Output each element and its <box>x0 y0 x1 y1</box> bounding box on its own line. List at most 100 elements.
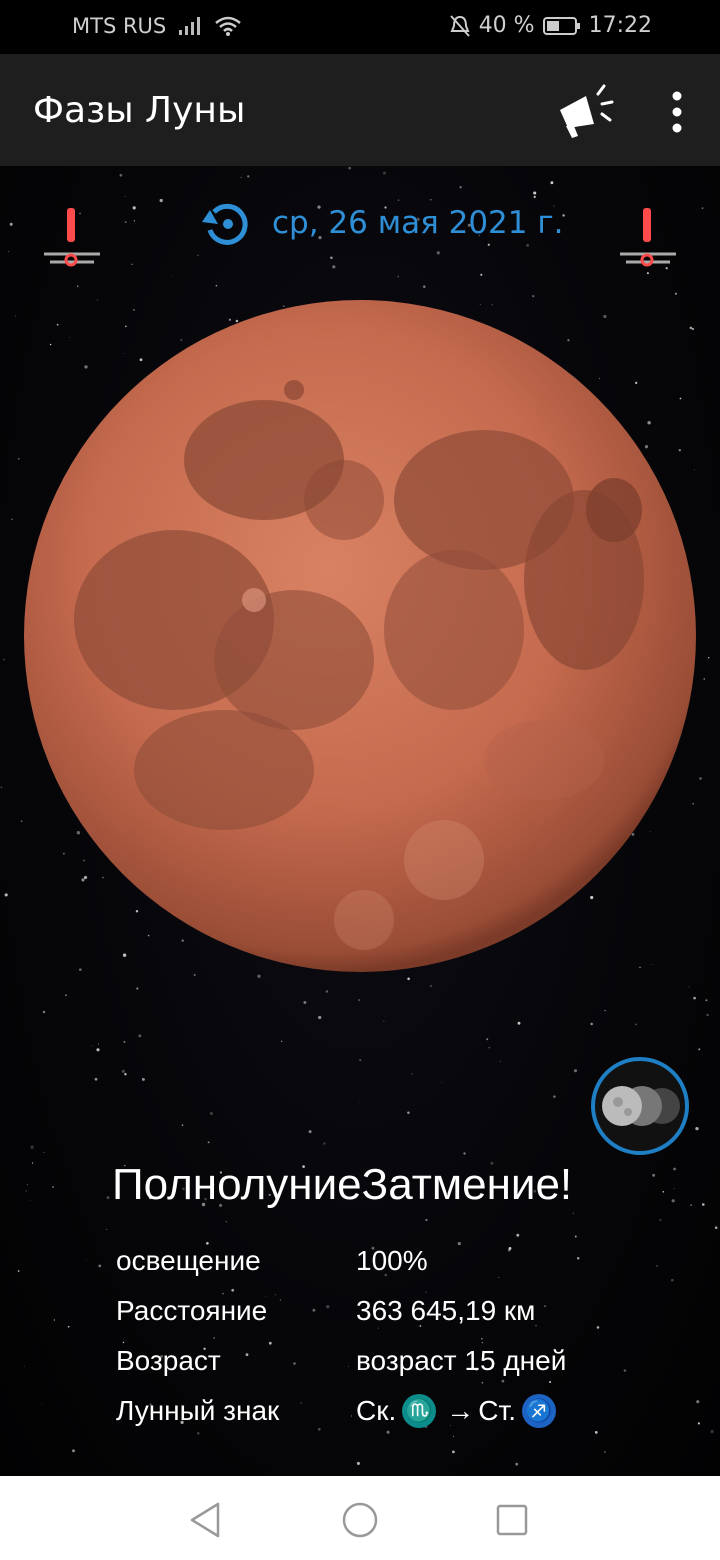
star <box>141 1077 145 1081</box>
star <box>604 1451 606 1453</box>
age-row: Возраст возраст 15 дней <box>116 1336 566 1386</box>
star <box>693 996 696 1000</box>
star <box>708 657 710 659</box>
star <box>77 285 79 287</box>
battery-label: 40 % <box>478 13 535 38</box>
back-icon[interactable] <box>186 1500 226 1540</box>
star <box>96 1048 100 1052</box>
star <box>53 1319 56 1321</box>
star <box>703 678 705 680</box>
star <box>532 295 535 298</box>
star <box>225 1221 227 1223</box>
star <box>85 1258 87 1260</box>
eclipse-alert-icon <box>44 208 100 267</box>
star <box>701 1203 705 1206</box>
star <box>697 1422 701 1425</box>
phases-calendar-button[interactable] <box>590 1056 690 1156</box>
star <box>240 176 242 178</box>
star <box>623 1369 627 1372</box>
star <box>695 1126 699 1131</box>
star <box>24 1365 26 1367</box>
star <box>690 1204 692 1206</box>
star <box>357 999 361 1002</box>
star <box>159 198 163 203</box>
star <box>407 977 410 981</box>
zodiac-value: Ск. ♏ → Ст. ♐ <box>356 1394 562 1428</box>
star <box>388 279 390 281</box>
star <box>533 195 536 199</box>
star <box>411 1073 413 1075</box>
star <box>181 1124 184 1126</box>
status-left: MTS RUS <box>72 14 242 38</box>
star <box>429 984 432 988</box>
star <box>480 273 483 276</box>
star <box>348 166 352 170</box>
star <box>673 1167 676 1171</box>
current-date[interactable]: ср, 26 мая 2021 г. <box>272 205 564 241</box>
star <box>423 285 426 288</box>
recents-icon[interactable] <box>492 1500 532 1540</box>
star <box>662 1191 665 1193</box>
star <box>42 1010 46 1014</box>
date-selector[interactable]: ср, 26 мая 2021 г. <box>200 200 564 246</box>
star <box>98 1264 102 1268</box>
star <box>72 1449 75 1453</box>
announce-button[interactable] <box>552 80 616 144</box>
star <box>281 1040 283 1043</box>
reset-date-icon[interactable] <box>200 200 250 246</box>
star <box>257 974 261 978</box>
star <box>659 1218 662 1222</box>
star <box>397 275 400 278</box>
age-value: возраст 15 дней <box>356 1345 567 1376</box>
star <box>517 1021 521 1025</box>
star <box>308 1130 312 1134</box>
home-icon[interactable] <box>340 1500 380 1540</box>
illumination-value: 100% <box>356 1245 428 1276</box>
star <box>463 1152 466 1155</box>
star <box>688 986 690 988</box>
star <box>701 207 704 209</box>
star <box>515 1462 519 1466</box>
star <box>0 786 3 789</box>
prev-eclipse-button[interactable] <box>40 202 104 276</box>
distance-label: Расстояние <box>116 1295 268 1326</box>
star <box>136 987 139 990</box>
star <box>123 1040 126 1043</box>
star <box>124 196 126 197</box>
battery-icon <box>542 16 581 36</box>
next-eclipse-button[interactable] <box>616 202 680 276</box>
star <box>330 256 333 260</box>
illumination-row: освещение 100% <box>116 1236 566 1286</box>
star <box>325 990 329 993</box>
star <box>407 1111 410 1115</box>
star <box>171 275 173 277</box>
star <box>30 1199 32 1201</box>
moon-phases-icon <box>591 1057 689 1155</box>
star <box>698 1048 701 1051</box>
star <box>359 1059 362 1062</box>
main-view: ср, 26 мая 2021 г. ПолнолуниеЗатмение! о… <box>0 166 720 1476</box>
more-menu-button[interactable] <box>660 84 694 140</box>
star <box>303 1001 307 1004</box>
star <box>550 181 554 185</box>
star <box>436 251 440 255</box>
phase-title: ПолнолуниеЗатмение! <box>112 1160 573 1209</box>
star <box>696 1400 700 1404</box>
star <box>247 175 250 178</box>
star <box>714 1226 718 1229</box>
announce-icon <box>560 84 614 138</box>
star <box>94 1077 98 1081</box>
star <box>9 222 13 226</box>
arrow-icon: → <box>446 1395 475 1426</box>
star <box>11 518 13 520</box>
star <box>215 284 218 287</box>
star <box>656 1265 659 1268</box>
star <box>14 315 16 317</box>
star <box>31 1162 34 1164</box>
star <box>124 1073 127 1076</box>
age-label: Возраст <box>116 1345 221 1376</box>
star <box>30 1145 34 1149</box>
star <box>635 1023 637 1026</box>
star <box>499 1060 502 1063</box>
carrier-label: MTS RUS <box>72 14 167 38</box>
